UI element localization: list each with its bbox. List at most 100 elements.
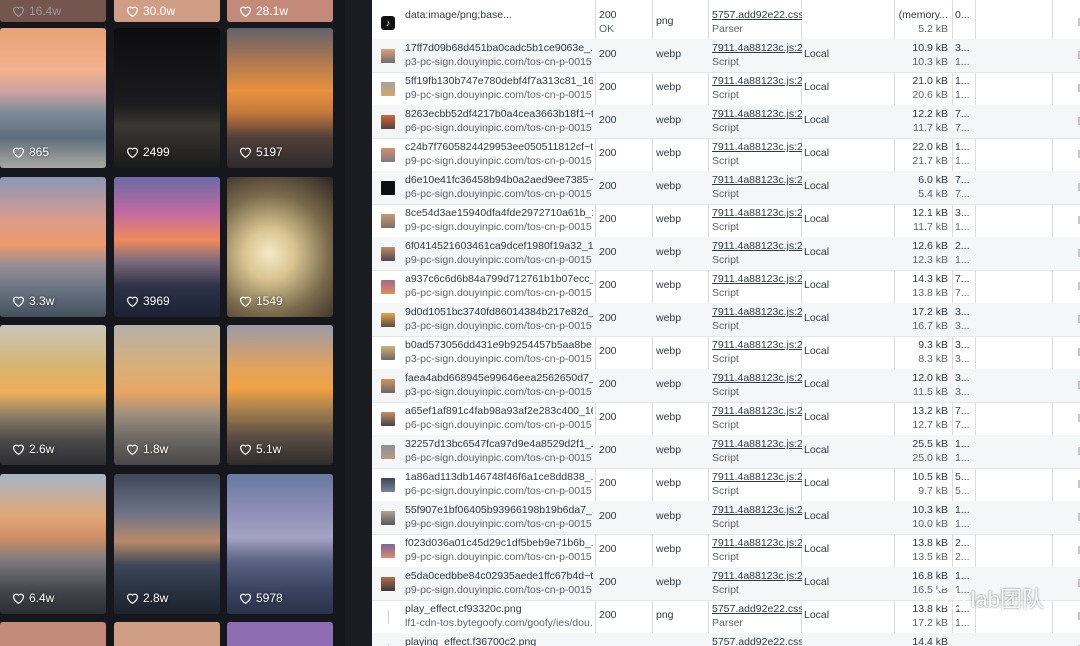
gallery-tile[interactable] [114,622,220,646]
request-row[interactable]: ♪ data:image/png;base... 200 OK png 5757.add9… [372,6,1080,40]
gallery-tile[interactable]: 3969 [114,177,220,317]
request-row[interactable]: 6f0414521603461ca9dcef1980f19a32_1... p9-… [372,237,1080,271]
request-row[interactable]: 55f907e1bf06405b93966198b19b6da7_... p9-p… [372,501,1080,535]
request-name[interactable]: a65ef1af891c4fab98a93af2e283c400_16... p6… [405,402,593,435]
gallery-tile[interactable]: 865 [0,28,106,168]
request-name[interactable]: 1a86ad113db146748f46f6a1ce8dd838_... p6-p… [405,468,593,501]
request-type: png [656,15,674,27]
request-size: 10.3 kB 10.0 kB [912,504,948,530]
request-status: 200 [599,246,617,258]
like-count: 5978 [239,591,283,605]
request-row[interactable]: f023d036a01c45d29c1df5beb9e71b6b_... p9-p… [372,534,1080,568]
request-name[interactable]: f023d036a01c45d29c1df5beb9e71b6b_... p9-p… [405,534,593,567]
request-initiator[interactable]: 7911.4a88123c.js:2 Script [712,336,802,369]
sunset-thumb [381,313,395,327]
panel-divider [345,0,372,646]
request-size: 10.5 kB 9.7 kB [912,471,948,497]
sunset-thumb [381,379,395,393]
request-initiator[interactable]: 7911.4a88123c.js:2 Script [712,435,802,468]
request-initiator[interactable]: 7911.4a88123c.js:2 Script [712,303,802,336]
request-row[interactable]: playing_effect.f36700c2.png 5757.add92e22… [372,633,1080,646]
gallery-tile[interactable]: 16.4w [0,0,106,22]
gallery-tile[interactable]: 1.8w [114,325,220,465]
request-initiator[interactable]: 7911.4a88123c.js:2 Script [712,369,802,402]
request-time: 1... 1... [955,75,970,101]
request-name[interactable]: 6f0414521603461ca9dcef1980f19a32_1... p9-… [405,237,593,270]
request-name[interactable]: 32257d13bc6547fca97d9e4a8529d2f1_... p6-p… [405,435,593,468]
request-name[interactable]: 8ce54d3ae15940dfa4fde2972710a61b_1... p9-… [405,204,593,237]
heart-icon [13,6,24,17]
request-override: Local [804,411,830,423]
request-row[interactable]: faea4abd668945e99646eea2562650d7_... p3-p… [372,369,1080,403]
request-initiator[interactable]: 7911.4a88123c.js:2 Script [712,402,802,435]
request-name[interactable]: e5da0cedbbe84c02935aede1ffc67b4d~t... p9-… [405,567,593,600]
request-row[interactable]: 9d0d1051bc3740fd86014384b217e82d_... p3-p… [372,303,1080,337]
request-row[interactable]: d6e10e41fc36458b94b0a2aed9ee7385~... p6-p… [372,171,1080,205]
gallery-tile[interactable]: 3.3w [0,177,106,317]
gallery-tile[interactable] [0,622,106,646]
request-row[interactable]: a937c6c6d6b84a799d712761b1b07ecc_... p6-p… [372,270,1080,304]
request-row[interactable]: 8263ecbb52df4217b0a4cea3663b18f1~t... p6-… [372,105,1080,139]
request-override [804,633,894,646]
gallery-tile[interactable]: 5978 [227,474,333,614]
gallery-tile[interactable]: 2.6w [0,325,106,465]
request-initiator[interactable]: 7911.4a88123c.js:2 Script [712,204,802,237]
request-name[interactable]: 9d0d1051bc3740fd86014384b217e82d_... p3-p… [405,303,593,336]
request-row[interactable]: 1a86ad113db146748f46f6a1ce8dd838_... p6-p… [372,468,1080,502]
gallery-tile[interactable]: 2499 [114,28,220,168]
request-initiator[interactable]: 7911.4a88123c.js:2 Script [712,237,802,270]
request-initiator[interactable]: 7911.4a88123c.js:2 Script [712,39,802,72]
request-row[interactable]: 8ce54d3ae15940dfa4fde2972710a61b_1... p9-… [372,204,1080,238]
request-type: webp [656,411,682,423]
request-size: 10.9 kB 10.3 kB [912,42,948,68]
request-initiator[interactable]: 7911.4a88123c.js:2 Script [712,72,802,105]
request-name[interactable]: b0ad573056dd431e9b9254457b5aa8be... p3-pc… [405,336,593,369]
gallery-tile[interactable]: 5.1w [227,325,333,465]
request-name[interactable]: d6e10e41fc36458b94b0a2aed9ee7385~... p6-p… [405,171,593,204]
request-name[interactable]: 8263ecbb52df4217b0a4cea3663b18f1~t... p6-… [405,105,593,138]
heart-icon [240,593,251,604]
request-name[interactable]: a937c6c6d6b84a799d712761b1b07ecc_... p6-p… [405,270,593,303]
request-type: webp [656,279,682,291]
request-row[interactable]: b0ad573056dd431e9b9254457b5aa8be... p3-pc… [372,336,1080,370]
request-initiator[interactable]: 7911.4a88123c.js:2 Script [712,105,802,138]
request-initiator[interactable]: 7911.4a88123c.js:2 Script [712,468,802,501]
gallery-tile[interactable]: 6.4w [0,474,106,614]
request-initiator[interactable]: 5757.add92e22.css Parser [712,6,802,39]
request-initiator[interactable]: 7911.4a88123c.js:2 Script [712,567,802,600]
request-row[interactable]: 17ff7d09b68d451ba0cadc5b1ce9063e_... p3-p… [372,39,1080,73]
gallery-tile[interactable] [227,622,333,646]
request-name[interactable]: faea4abd668945e99646eea2562650d7_... p3-p… [405,369,593,402]
request-row[interactable]: a65ef1af891c4fab98a93af2e283c400_16... p6… [372,402,1080,436]
gallery-tile[interactable]: 1549 [227,177,333,317]
tiktok-icon: ♪ [381,16,395,30]
request-time: 1... 1... [955,504,970,530]
request-name[interactable]: playing_effect.f36700c2.png [405,633,593,646]
like-count: 1549 [239,294,283,308]
request-initiator[interactable]: 7911.4a88123c.js:2 Script [712,270,802,303]
request-row[interactable]: 5ff19fb130b747e780debf4f7a313c81_16... p9… [372,72,1080,106]
request-name[interactable]: 5ff19fb130b747e780debf4f7a313c81_16... p9… [405,72,593,105]
gallery-tile[interactable]: 2.8w [114,474,220,614]
request-name[interactable]: play_effect.cf93320c.png lf1-cdn-tos.byte… [405,600,593,633]
request-status: 200 [599,609,617,621]
request-name[interactable]: 55f907e1bf06405b93966198b19b6da7_... p9-p… [405,501,593,534]
request-time: 3... 1... [955,207,970,233]
request-initiator[interactable]: 7911.4a88123c.js:2 Script [712,501,802,534]
request-initiator[interactable]: 7911.4a88123c.js:2 Script [712,138,802,171]
request-name[interactable]: 17ff7d09b68d451ba0cadc5b1ce9063e_... p3-p… [405,39,593,72]
gallery-tile[interactable]: 5197 [227,28,333,168]
request-initiator[interactable]: 5757.add92e22.css Parser [712,600,802,633]
request-initiator[interactable]: 7911.4a88123c.js:2 Script [712,171,802,204]
request-initiator[interactable]: 5757.add92e22.css [712,633,802,646]
like-count: 865 [12,145,49,159]
gallery-tile[interactable]: 30.0w [114,0,220,22]
request-name[interactable]: c24b7f7605824429953ee050511812cf~t... p9-… [405,138,593,171]
request-time: 5... 5... [955,471,970,497]
request-row[interactable]: 32257d13bc6547fca97d9e4a8529d2f1_... p6-p… [372,435,1080,469]
request-name[interactable]: data:image/png;base... [405,6,593,39]
like-count: 16.4w [12,4,61,18]
request-initiator[interactable]: 7911.4a88123c.js:2 Script [712,534,802,567]
request-row[interactable]: c24b7f7605824429953ee050511812cf~t... p9-… [372,138,1080,172]
gallery-tile[interactable]: 28.1w [227,0,333,22]
